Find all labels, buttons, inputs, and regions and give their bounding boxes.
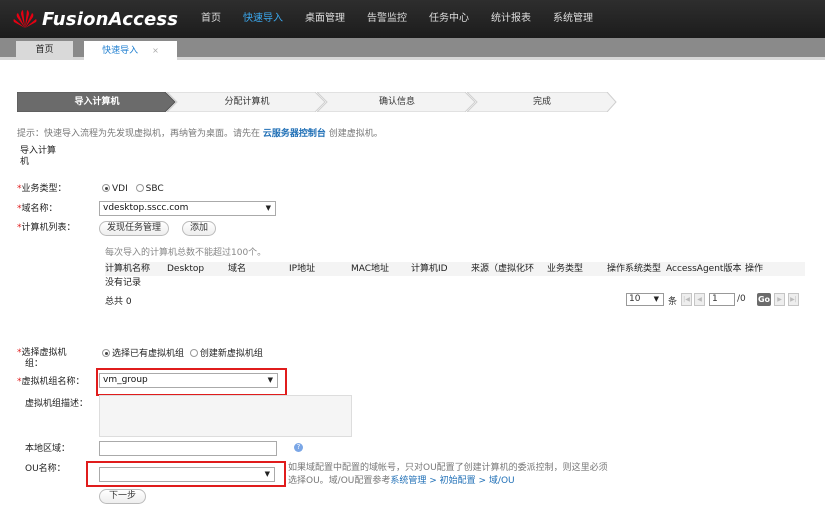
domain-select[interactable]: vdesktop.sscc.com ▼ [99, 201, 276, 216]
business-type-label: *业务类型： [17, 184, 67, 195]
col-computer-name[interactable]: 计算机名称 [105, 262, 150, 276]
radio-existing-vm-group-label[interactable]: 选择已有虚拟机组 [112, 349, 184, 359]
nav-item-task-center[interactable]: 任务中心 [418, 0, 480, 38]
ou-note-line1: 如果域配置中配置的域帐号，只对OU配置了创建计算机的委派控制，则这里必须 [288, 463, 608, 473]
vm-group-name-label: *虚拟机组名称： [17, 377, 85, 388]
section-title: 导入计算 机 [20, 146, 56, 168]
vm-group-choice-label-line1: 选择虚拟机 [21, 348, 67, 358]
step-import-computers: 导入计算机 [17, 92, 177, 112]
page-tab-bar: 首页 快速导入 × [0, 38, 825, 60]
business-type-label-text: 业务类型： [21, 184, 67, 194]
col-operation[interactable]: 操作 [745, 262, 763, 276]
domain-select-value: vdesktop.sscc.com [103, 203, 189, 213]
radio-existing-vm-group[interactable] [102, 349, 110, 357]
discover-task-management-button[interactable]: 发现任务管理 [99, 221, 170, 236]
region-input[interactable] [99, 441, 277, 456]
step-import-computers-label: 导入计算机 [74, 97, 120, 107]
nav-item-alarm-monitoring[interactable]: 告警监控 [356, 0, 418, 38]
hint-text: 提示：快速导入流程为先发现虚拟机，再纳管为桌面。请先在 云服务器控制台 创建虚拟… [17, 126, 383, 139]
tab-home[interactable]: 首页 [16, 41, 73, 60]
last-page-icon[interactable]: ▶| [788, 293, 799, 306]
ou-label: OU名称： [25, 464, 66, 474]
ou-select-highlight [86, 461, 286, 487]
ou-note-prefix: 选择OU。域/OU配置参考 [288, 476, 391, 484]
col-domain[interactable]: 域名 [228, 262, 246, 276]
hint-suffix: 创建虚拟机。 [325, 129, 383, 139]
computer-grid-header: 计算机名称 Desktop 域名 IP地址 MAC地址 计算机ID 来源（虚拟化… [105, 262, 805, 276]
ou-note: 如果域配置中配置的域帐号，只对OU配置了创建计算机的委派控制，则这里必须 选择O… [288, 462, 658, 484]
chevron-down-icon: ▼ [653, 295, 659, 303]
col-os-type[interactable]: 操作系统类型 [607, 262, 661, 276]
main-nav: 首页 快速导入 桌面管理 告警监控 任务中心 统计报表 系统管理 [190, 0, 604, 38]
tab-quick-import-label: 快速导入 [102, 46, 139, 56]
grid-empty-text: 没有记录 [105, 278, 142, 288]
ou-note-line2: 选择OU。域/OU配置参考系统管理 > 初始配置 > 域/OU [288, 475, 658, 484]
tab-quick-import[interactable]: 快速导入 × [84, 41, 177, 60]
nav-item-desktop-management[interactable]: 桌面管理 [294, 0, 356, 38]
step-assign-computers: 分配计算机 [167, 92, 327, 112]
brand-logo[interactable]: FusionAccess [10, 8, 178, 30]
radio-sbc-label[interactable]: SBC [146, 184, 164, 194]
vm-group-name-label-text: 虚拟机组名称： [21, 377, 85, 387]
vm-group-name-highlight [96, 368, 287, 396]
domain-label-text: 域名称： [21, 204, 58, 214]
chevron-down-icon: ▼ [265, 204, 271, 212]
vm-group-desc-label: 虚拟机组描述： [25, 399, 89, 409]
step-finish-label: 完成 [532, 97, 551, 107]
total-pages: /0 [737, 294, 746, 304]
radio-sbc[interactable] [135, 184, 144, 192]
wizard-steps: 导入计算机 分配计算机 确认信息 完成 [17, 92, 617, 112]
brand-name: FusionAccess [42, 8, 179, 30]
cloud-server-console-link[interactable]: 云服务器控制台 [263, 129, 326, 139]
region-label: 本地区域： [25, 444, 71, 454]
section-title-line2: 机 [20, 157, 30, 167]
nav-item-home[interactable]: 首页 [190, 0, 232, 38]
page-size-value: 10 [629, 294, 641, 304]
step-assign-computers-label: 分配计算机 [224, 97, 270, 107]
huawei-logo-icon [10, 8, 40, 30]
vm-group-radio-group: 选择已有虚拟机组 创建新虚拟机组 [102, 349, 263, 360]
nav-item-reports[interactable]: 统计报表 [480, 0, 542, 38]
page-size-select[interactable]: 10 ▼ [626, 293, 664, 306]
first-page-icon[interactable]: |◀ [681, 293, 692, 306]
grid-total: 总共 0 [105, 297, 132, 307]
business-type-radio-group: VDI SBC [102, 184, 164, 195]
next-page-icon[interactable]: ▶ [774, 293, 785, 306]
computer-list-label-text: 计算机列表： [21, 223, 76, 233]
radio-new-vm-group-label[interactable]: 创建新虚拟机组 [200, 349, 263, 359]
radio-vdi[interactable] [102, 184, 110, 192]
domain-ou-config-link[interactable]: 系统管理 > 初始配置 > 域/OU [390, 476, 514, 484]
vm-group-desc-textarea[interactable] [99, 395, 352, 437]
page-number-input[interactable]: 1 [709, 293, 735, 306]
col-business-type[interactable]: 业务类型 [547, 262, 583, 276]
col-source[interactable]: 来源（虚拟化环 [471, 262, 534, 276]
vm-group-choice-label: *选择虚拟机 组： [17, 348, 67, 370]
grid-limit-note: 每次导入的计算机总数不能超过100个。 [105, 248, 267, 258]
col-computer-id[interactable]: 计算机ID [411, 262, 448, 276]
page-size-unit: 条 [668, 297, 678, 307]
vm-group-choice-label-line2: 组： [25, 359, 44, 369]
section-title-line1: 导入计算 [20, 146, 57, 156]
col-ip-address[interactable]: IP地址 [289, 262, 315, 276]
prev-page-icon[interactable]: ◀ [694, 293, 705, 306]
next-step-button[interactable]: 下一步 [99, 489, 147, 504]
step-confirm-info-label: 确认信息 [378, 97, 415, 107]
hint-prefix: 提示：快速导入流程为先发现虚拟机，再纳管为桌面。请先在 [17, 129, 263, 139]
radio-vdi-label[interactable]: VDI [112, 184, 128, 194]
nav-item-system-management[interactable]: 系统管理 [542, 0, 604, 38]
add-computer-button[interactable]: 添加 [182, 221, 217, 236]
top-navigation-bar: FusionAccess 首页 快速导入 桌面管理 告警监控 任务中心 统计报表… [0, 0, 825, 38]
nav-item-quick-import[interactable]: 快速导入 [232, 0, 294, 38]
step-finish: 完成 [467, 92, 617, 112]
col-mac-address[interactable]: MAC地址 [351, 262, 389, 276]
col-desktop[interactable]: Desktop [167, 262, 204, 276]
go-button[interactable]: Go [757, 293, 771, 306]
step-confirm-info: 确认信息 [317, 92, 477, 112]
col-accessagent-version[interactable]: AccessAgent版本 [666, 262, 741, 276]
help-icon[interactable]: ? [294, 443, 303, 452]
domain-label: *域名称： [17, 204, 58, 215]
computer-list-label: *计算机列表： [17, 223, 76, 234]
radio-new-vm-group[interactable] [189, 349, 198, 357]
tab-close-icon[interactable]: × [152, 46, 159, 55]
